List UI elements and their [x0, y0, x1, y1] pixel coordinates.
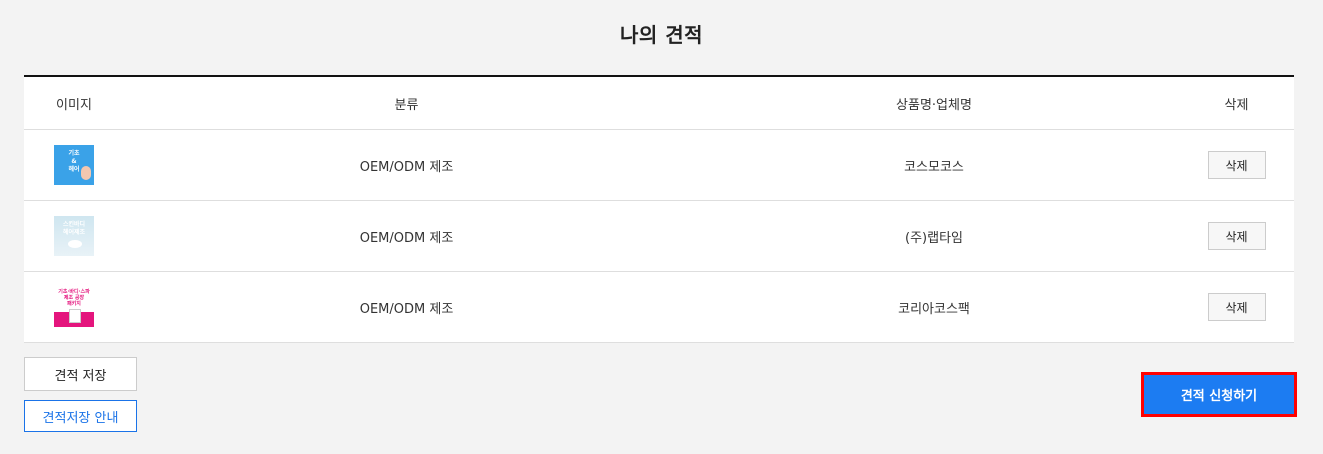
estimate-page: 나의 견적 이미지 분류 상품명·업체명 삭제 기초 & 헤어 OEM/ODM 제조…	[0, 0, 1323, 454]
delete-button[interactable]: 삭제	[1207, 222, 1266, 250]
save-guide-button[interactable]: 견적저장 안내	[24, 400, 137, 432]
row-category: OEM/ODM 제조	[359, 159, 454, 175]
product-thumbnail[interactable]: 스킨바디 헤어제조	[54, 216, 94, 256]
table-row: 스킨바디 헤어제조 OEM/ODM 제조 (주)랩타임 삭제	[24, 201, 1294, 272]
row-name: (주)랩타임	[905, 230, 963, 246]
row-name: 코리아코스팩	[898, 301, 970, 317]
table-row: 기초 & 헤어 OEM/ODM 제조 코스모코스 삭제	[24, 130, 1294, 201]
row-category: OEM/ODM 제조	[359, 230, 454, 246]
header-category: 분류	[394, 97, 419, 113]
thumbnail-text: 기초·바디·스파 제조 공장 패키지	[58, 289, 90, 307]
save-estimate-button[interactable]: 견적 저장	[24, 357, 137, 391]
row-name: 코스모코스	[904, 159, 964, 175]
row-category: OEM/ODM 제조	[359, 301, 454, 317]
table-header: 이미지 분류 상품명·업체명 삭제	[24, 77, 1294, 130]
header-name: 상품명·업체명	[896, 97, 972, 113]
delete-button[interactable]: 삭제	[1207, 293, 1266, 321]
table-row: 기초·바디·스파 제조 공장 패키지 OEM/ODM 제조 코리아코스팩 삭제	[24, 272, 1294, 343]
header-image: 이미지	[56, 97, 92, 113]
thumbnail-text: 스킨바디 헤어제조	[62, 221, 86, 236]
estimate-table: 이미지 분류 상품명·업체명 삭제 기초 & 헤어 OEM/ODM 제조 코스모코스…	[24, 75, 1294, 343]
product-thumbnail[interactable]: 기초·바디·스파 제조 공장 패키지	[54, 287, 94, 327]
page-title: 나의 견적	[619, 23, 704, 47]
header-delete: 삭제	[1224, 97, 1249, 113]
product-thumbnail[interactable]: 기초 & 헤어	[54, 145, 94, 185]
apply-estimate-button[interactable]: 견적 신청하기	[1144, 375, 1294, 414]
delete-button[interactable]: 삭제	[1207, 151, 1266, 179]
